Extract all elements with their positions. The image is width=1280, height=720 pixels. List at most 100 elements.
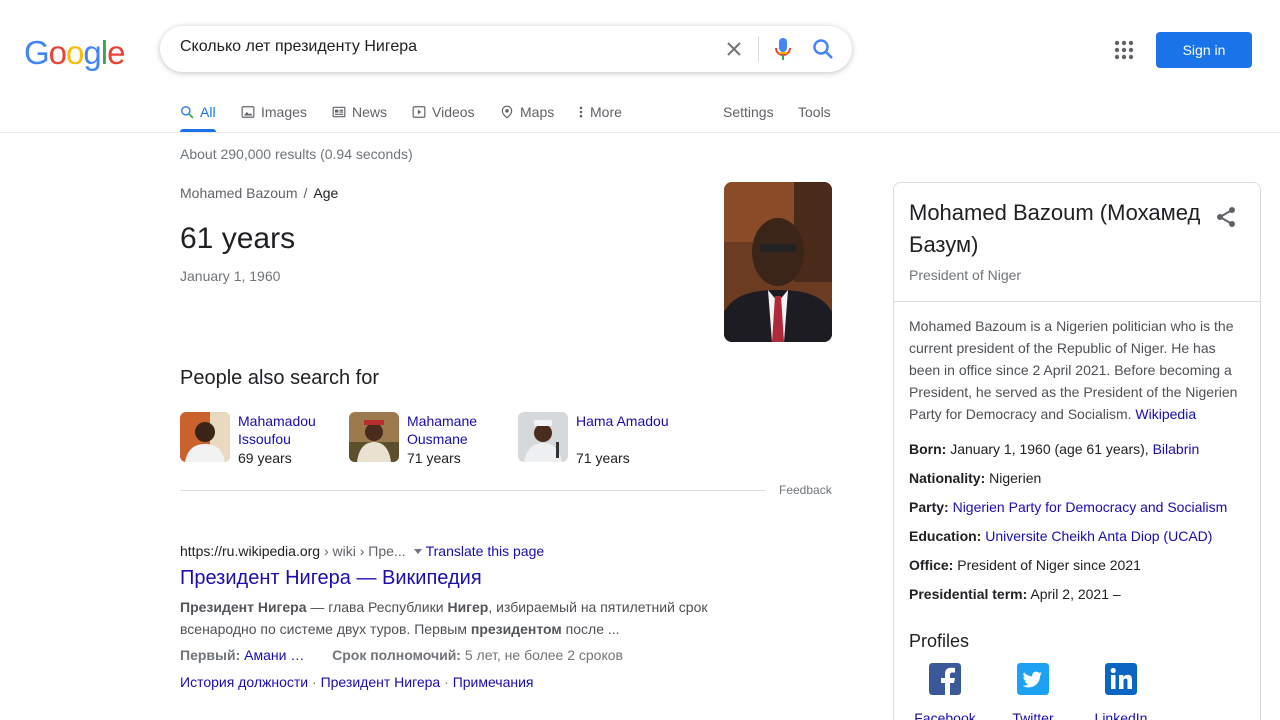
apps-grid-icon[interactable]	[1112, 38, 1136, 62]
person-card[interactable]: Mahamane Ousmane 71 years	[349, 412, 509, 466]
google-logo[interactable]: Google	[24, 34, 125, 72]
search-input[interactable]	[180, 38, 700, 56]
fact-link[interactable]: Nigerien Party for Democracy and Sociali…	[953, 499, 1228, 515]
search-icon[interactable]	[811, 37, 835, 61]
kp-fact-term: Presidential term: April 2, 2021 –	[909, 586, 1254, 602]
fact-label: Party:	[909, 499, 949, 515]
tab-all[interactable]: All	[180, 102, 216, 122]
tab-label: Videos	[432, 104, 475, 120]
profile-label: LinkedIn	[1094, 710, 1148, 720]
translate-link[interactable]: Translate this page	[426, 543, 545, 559]
kp-fact-born: Born: January 1, 1960 (age 61 years), Bi…	[909, 441, 1254, 457]
person-thumbnail	[180, 412, 230, 462]
result-url: https://ru.wikipedia.org › wiki › Пре...…	[180, 543, 544, 559]
kp-fact-education: Education: Universite Cheikh Anta Diop (…	[909, 528, 1254, 544]
person-thumbnail	[349, 412, 399, 462]
snippet-bold: Президент Нигера	[180, 599, 307, 615]
tab-settings[interactable]: Settings	[723, 102, 774, 122]
microphone-icon[interactable]	[771, 36, 795, 62]
tab-images[interactable]: Images	[241, 102, 307, 122]
breadcrumb-entity[interactable]: Mohamed Bazoum	[180, 185, 298, 201]
logo-letter: G	[24, 34, 50, 71]
sitelink-separator: ·	[440, 674, 453, 690]
kp-profiles-title: Profiles	[909, 631, 970, 651]
profile-twitter[interactable]: Twitter	[998, 663, 1068, 720]
breadcrumb-separator: /	[303, 185, 308, 201]
fact-label: Education:	[909, 528, 982, 544]
sitelink[interactable]: История должности	[180, 674, 308, 690]
logo-letter: e	[107, 34, 125, 71]
fact-link[interactable]: Universite Cheikh Anta Diop (UCAD)	[985, 528, 1212, 544]
fact-value: President of Niger since 2021	[957, 557, 1141, 573]
profile-label: Twitter	[1012, 710, 1054, 720]
logo-letter: o	[66, 34, 84, 71]
play-icon	[412, 106, 426, 118]
sitelink[interactable]: Примечания	[453, 674, 534, 690]
tab-maps[interactable]: Maps	[500, 102, 554, 122]
fact-label: Presidential term:	[909, 586, 1028, 602]
fact-value: January 1, 1960 (age 61 years),	[950, 441, 1153, 457]
profile-facebook[interactable]: Facebook	[910, 663, 980, 720]
fact-value: April 2, 2021 –	[1030, 586, 1121, 602]
result-meta: Первый: Амани … Срок полномочий: 5 лет, …	[180, 647, 623, 663]
sitelink[interactable]: Президент Нигера	[321, 674, 441, 690]
search-icon	[180, 105, 194, 119]
sign-in-button[interactable]: Sign in	[1156, 32, 1252, 68]
answer-breadcrumb: Mohamed Bazoum / Age	[180, 185, 338, 201]
tab-label: Settings	[723, 104, 774, 120]
result-title-link[interactable]: Президент Нигера — Википедия	[180, 567, 482, 590]
person-card[interactable]: Mahamadou Issoufou 69 years	[180, 412, 340, 466]
search-divider	[758, 36, 759, 62]
meta-value-link[interactable]: Амани …	[244, 647, 304, 663]
kp-fact-office: Office: President of Niger since 2021	[909, 557, 1254, 573]
divider	[894, 301, 1260, 302]
result-domain[interactable]: https://ru.wikipedia.org	[180, 543, 320, 559]
kp-title: Mohamed Bazoum (Мохамед Базум)	[909, 200, 1201, 257]
kp-subtitle: President of Niger	[909, 267, 1022, 283]
portrait-image	[724, 182, 832, 342]
tab-label: Tools	[798, 104, 831, 120]
person-name: Hama Amadou	[576, 413, 669, 429]
person-name: Mahamane Ousmane	[407, 413, 478, 447]
clear-icon[interactable]	[722, 37, 746, 61]
tab-videos[interactable]: Videos	[412, 102, 475, 122]
result-path: › wiki › Пре...	[320, 543, 406, 559]
logo-letter: g	[83, 34, 101, 71]
tab-more[interactable]: More	[578, 102, 622, 122]
kebab-icon	[579, 106, 583, 118]
kp-fact-nationality: Nationality: Nigerien	[909, 470, 1254, 486]
knowledge-panel: Mohamed Bazoum (Мохамед Базум) President…	[893, 182, 1261, 720]
facebook-icon	[929, 663, 961, 695]
result-snippet: Президент Нигера — глава Республики Ниге…	[180, 596, 740, 640]
logo-letter: o	[48, 34, 67, 71]
tab-label: More	[590, 104, 622, 120]
portrait-photo[interactable]	[724, 182, 832, 342]
search-box	[160, 26, 852, 72]
tab-label: Maps	[520, 104, 555, 120]
person-age: 71 years	[576, 450, 630, 466]
wikipedia-link[interactable]: Wikipedia	[1135, 406, 1196, 422]
fact-value: Nigerien	[989, 470, 1042, 486]
share-icon[interactable]	[1214, 205, 1238, 229]
person-thumbnail	[518, 412, 568, 462]
snippet-text: — глава Республики	[306, 599, 448, 615]
search-tabs: All Images News Videos Maps More Setting…	[0, 92, 1280, 133]
snippet-text: после ...	[561, 621, 620, 637]
tab-label: News	[352, 104, 388, 120]
fact-link[interactable]: Bilabrin	[1153, 441, 1200, 457]
person-age: 69 years	[238, 450, 292, 466]
tab-label: All	[200, 104, 216, 120]
meta-value: 5 лет, не более 2 сроков	[464, 647, 623, 663]
dropdown-arrow-icon[interactable]	[413, 549, 422, 554]
kp-description: Mohamed Bazoum is a Nigerien politician …	[909, 315, 1249, 425]
feedback-link[interactable]: Feedback	[779, 483, 832, 497]
profile-linkedin[interactable]: LinkedIn	[1086, 663, 1156, 720]
person-age: 71 years	[407, 450, 461, 466]
tab-tools[interactable]: Tools	[798, 102, 831, 122]
breadcrumb-attribute: Age	[313, 185, 339, 201]
fact-label: Nationality:	[909, 470, 986, 486]
person-card[interactable]: Hama Amadou 71 years	[518, 412, 678, 466]
result-sitelinks: История должности · Президент Нигера · П…	[180, 674, 534, 690]
active-tab-indicator	[180, 129, 216, 132]
tab-news[interactable]: News	[332, 102, 387, 122]
